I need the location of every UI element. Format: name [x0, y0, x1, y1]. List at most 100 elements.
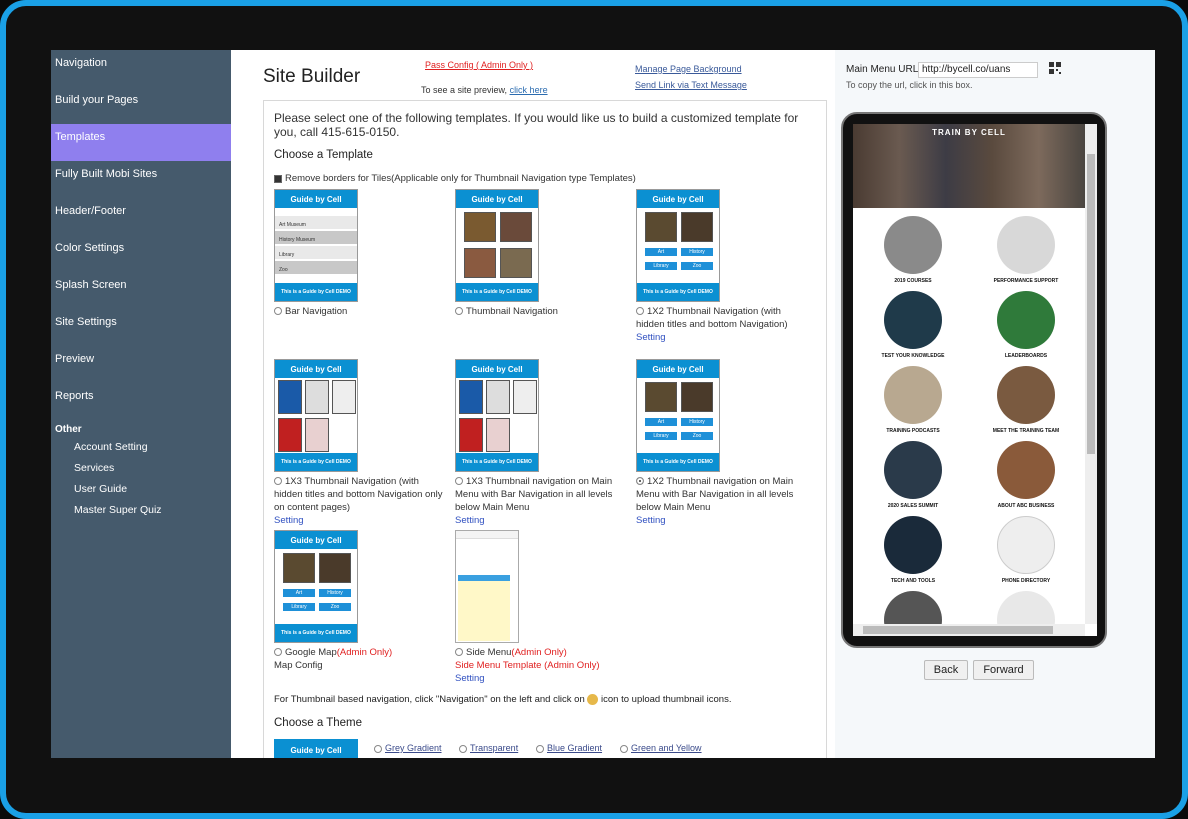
sidebar-item-site-settings[interactable]: Site Settings — [51, 309, 231, 346]
template-panel: Please select one of the following templ… — [263, 100, 827, 758]
sidebar-item-preview[interactable]: Preview — [51, 346, 231, 383]
theme-blue-gradient[interactable]: Blue Gradient — [536, 743, 602, 753]
back-button[interactable]: Back — [924, 660, 968, 680]
template-thumbnail[interactable]: Guide by Cell Art History Library Zoo Th… — [636, 189, 720, 302]
history-tile — [500, 212, 532, 242]
pass-config-link[interactable]: Pass Config ( Admin Only ) — [425, 60, 533, 70]
setting-link[interactable]: Setting — [636, 514, 806, 527]
history-image — [681, 382, 713, 412]
horizontal-scrollbar[interactable] — [853, 624, 1085, 636]
brand-header: Guide by Cell — [456, 360, 538, 378]
theme-transparent[interactable]: Transparent — [459, 743, 518, 753]
sidebar-item-build-pages[interactable]: Build your Pages — [51, 87, 231, 124]
sidebar-item-reports[interactable]: Reports — [51, 383, 231, 420]
setting-link[interactable]: Setting — [636, 331, 806, 344]
bar-item: Zoo — [275, 261, 357, 274]
template-thumbnail-navigation[interactable]: Guide by Cell This is a Guide by Cell DE… — [455, 189, 625, 318]
radio-1x3-bar[interactable] — [455, 477, 463, 486]
sidebar-item-color-settings[interactable]: Color Settings — [51, 235, 231, 272]
sidebar: Navigation Build your Pages Templates Fu… — [51, 50, 231, 758]
tile-tech-tools[interactable]: TECH AND TOOLS — [858, 516, 968, 584]
brand-header: Guide by Cell — [275, 531, 357, 549]
tile-phone-directory[interactable]: PHONE DIRECTORY — [971, 516, 1081, 584]
setting-link[interactable]: Setting — [455, 514, 625, 527]
sidebar-item-services[interactable]: Services — [55, 458, 227, 479]
sidebar-item-user-guide[interactable]: User Guide — [55, 479, 227, 500]
sidebar-other-heading: Other — [55, 424, 82, 435]
setting-link[interactable]: Setting — [455, 672, 625, 685]
setting-link[interactable]: Setting — [274, 514, 444, 527]
sidebar-item-navigation[interactable]: Navigation — [51, 50, 231, 87]
url-label: Main Menu URL: — [846, 64, 922, 75]
coupons-icon — [305, 418, 329, 452]
send-link-text[interactable]: Send Link via Text Message — [635, 80, 747, 90]
sidebar-item-master-super-quiz[interactable]: Master Super Quiz — [55, 500, 227, 521]
directions-icon — [486, 380, 510, 414]
choose-template-heading: Choose a Template — [274, 149, 373, 161]
demo-footer: This is a Guide by Cell DEMO — [275, 283, 357, 301]
tile-training-podcasts[interactable]: TRAINING PODCASTS — [858, 366, 968, 434]
url-input[interactable]: http://bycell.co/uans — [918, 62, 1038, 78]
template-side-menu[interactable]: Side Menu(Admin Only) Side Menu Template… — [455, 530, 625, 685]
radio-bar-navigation[interactable] — [274, 307, 282, 316]
side-menu-label: Side Menu — [466, 647, 512, 658]
forward-button[interactable]: Forward — [973, 660, 1034, 680]
tile-meet-training-team[interactable]: MEET THE TRAINING TEAM — [971, 366, 1081, 434]
tile-2019-courses[interactable]: 2019 COURSES — [858, 216, 968, 284]
radio-1x3-hidden[interactable] — [274, 477, 282, 486]
tile-leaderboards[interactable]: LEADERBOARDS — [971, 291, 1081, 359]
tile-2020-sales-summit[interactable]: 2020 SALES SUMMIT — [858, 441, 968, 509]
tablet-screen[interactable]: TRAIN BY CELL 2019 COURSES PERFORMANCE S… — [853, 124, 1097, 636]
sidebar-item-templates[interactable]: Templates — [51, 124, 231, 161]
preview-link[interactable]: click here — [510, 85, 548, 95]
radio-1x2-hidden[interactable] — [636, 307, 644, 316]
template-bar-navigation[interactable]: Guide by Cell Art Museum History Museum … — [274, 189, 444, 318]
template-thumbnail[interactable]: Guide by Cell This is a Guide by Cell DE… — [455, 359, 539, 472]
brand-header: Guide by Cell — [275, 190, 357, 208]
theme-green-yellow[interactable]: Green and Yellow — [620, 743, 702, 753]
remove-borders-checkbox[interactable] — [274, 174, 282, 183]
radio-google-map[interactable] — [274, 648, 282, 657]
template-google-map[interactable]: Guide by Cell Art History Library Zoo Th… — [274, 530, 444, 672]
pill-label: Library — [283, 603, 315, 611]
tile-test-knowledge[interactable]: TEST YOUR KNOWLEDGE — [858, 291, 968, 359]
tile-performance-support[interactable]: PERFORMANCE SUPPORT — [971, 216, 1081, 284]
template-thumbnail[interactable]: Guide by Cell This is a Guide by Cell DE… — [455, 189, 539, 302]
brand-header: Guide by Cell — [637, 190, 719, 208]
manage-background-link[interactable]: Manage Page Background — [635, 64, 742, 74]
template-thumbnail[interactable]: Guide by Cell This is a Guide by Cell DE… — [274, 359, 358, 472]
banner-image: TRAIN BY CELL — [853, 124, 1085, 208]
tag-icon — [278, 418, 302, 452]
template-thumbnail[interactable]: Guide by Cell Art History Library Zoo Th… — [636, 359, 720, 472]
radio-side-menu[interactable] — [455, 648, 463, 657]
theme-grey-gradient[interactable]: Grey Gradient — [374, 743, 442, 753]
demo-footer: This is a Guide by Cell DEMO — [456, 453, 538, 471]
zoo-tile — [500, 248, 532, 278]
template-1x3-hidden-titles[interactable]: Guide by Cell This is a Guide by Cell DE… — [274, 359, 444, 527]
art-image — [645, 382, 677, 412]
template-1x2-bar-below[interactable]: Guide by Cell Art History Library Zoo Th… — [636, 359, 806, 527]
sidebar-item-account-setting[interactable]: Account Setting — [55, 437, 227, 458]
radio-thumbnail-navigation[interactable] — [455, 307, 463, 316]
pill-label: Art — [283, 589, 315, 597]
side-menu-thumbnail[interactable] — [455, 530, 519, 643]
sidebar-item-splash-screen[interactable]: Splash Screen — [51, 272, 231, 309]
history-image — [681, 212, 713, 242]
bar-item: Art Museum — [275, 216, 357, 229]
vertical-scrollbar[interactable] — [1085, 124, 1097, 624]
map-config-link[interactable]: Map Config — [274, 659, 444, 672]
tile-about-abc[interactable]: ABOUT ABC BUSINESS — [971, 441, 1081, 509]
pill-label: Library — [645, 432, 677, 440]
side-menu-template-link[interactable]: Side Menu Template (Admin Only) — [455, 659, 625, 672]
qr-code-icon[interactable] — [1049, 62, 1061, 74]
banner-title: TRAIN BY CELL — [932, 128, 1006, 137]
template-1x3-bar-below[interactable]: Guide by Cell This is a Guide by Cell DE… — [455, 359, 625, 527]
radio-1x2-bar-selected[interactable] — [636, 477, 644, 486]
template-1x2-hidden-titles[interactable]: Guide by Cell Art History Library Zoo Th… — [636, 189, 806, 344]
directions-icon — [305, 380, 329, 414]
template-thumbnail[interactable]: Guide by Cell Art History Library Zoo Th… — [274, 530, 358, 643]
sidebar-item-header-footer[interactable]: Header/Footer — [51, 198, 231, 235]
brand-header: Guide by Cell — [637, 360, 719, 378]
sidebar-item-mobi-sites[interactable]: Fully Built Mobi Sites — [51, 161, 231, 198]
template-thumbnail[interactable]: Guide by Cell Art Museum History Museum … — [274, 189, 358, 302]
